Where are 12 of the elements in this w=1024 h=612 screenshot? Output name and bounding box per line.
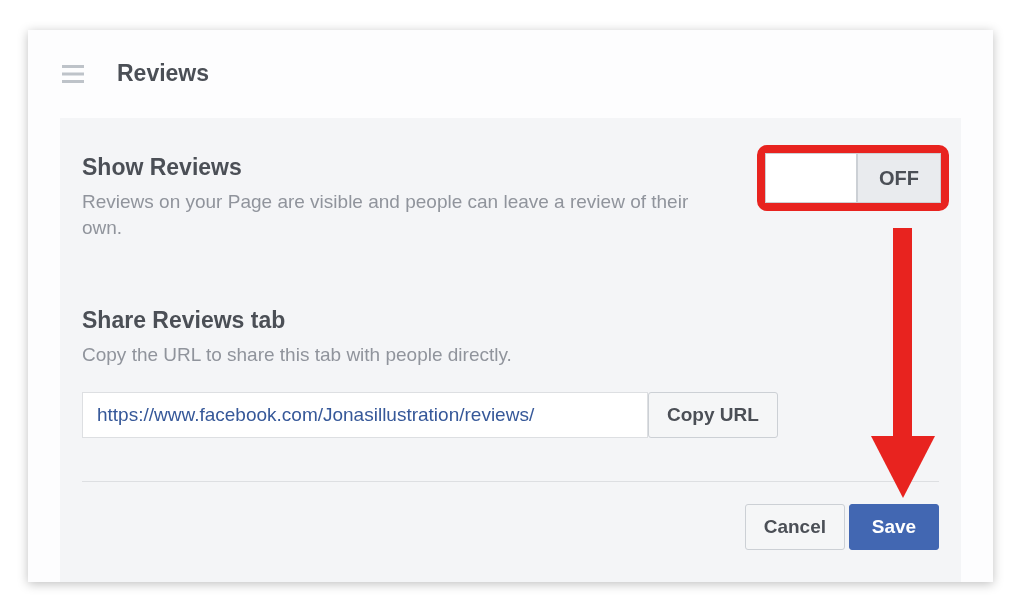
toggle-switch[interactable]: OFF xyxy=(765,153,941,203)
save-button[interactable]: Save xyxy=(849,504,939,550)
menu-icon[interactable] xyxy=(62,63,84,84)
toggle-label: OFF xyxy=(858,154,940,202)
section-title: Show Reviews xyxy=(82,154,243,181)
url-field[interactable]: https://www.facebook.com/Jonasillustration/reviews/ xyxy=(82,392,648,438)
copy-url-button[interactable]: Copy URL xyxy=(648,392,778,438)
section-description: Reviews on your Page are visible and people can leave a review of their own. xyxy=(82,190,690,240)
page-title: Reviews xyxy=(117,60,210,87)
cancel-button[interactable]: Cancel xyxy=(744,504,845,550)
section-description: Copy the URL to share this tab with people directly. xyxy=(82,343,513,367)
section-title: Share Reviews tab xyxy=(82,307,287,334)
